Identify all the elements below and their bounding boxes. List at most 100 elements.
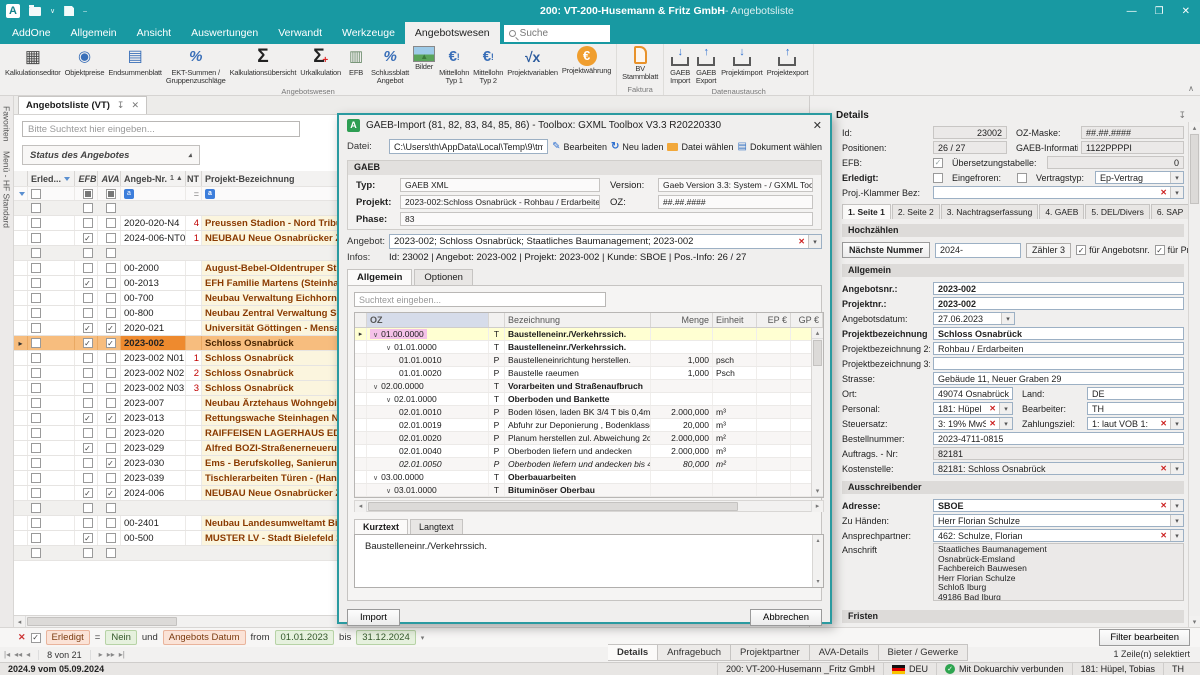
filter-field-chip[interactable]: Erledigt (46, 630, 90, 645)
naechste-nummer-button[interactable]: Nächste Nummer (842, 242, 930, 258)
tab-allgemein[interactable]: Allgemein (61, 22, 127, 44)
ansprechpartner-select[interactable]: 462: Schulze, Florian ✕ ▾ (933, 529, 1184, 542)
clear-icon[interactable]: ✕ (1157, 419, 1170, 428)
cell-angeb-nr[interactable]: 2023-030 (121, 456, 186, 470)
cell-angeb-nr[interactable]: 00-2013 (121, 276, 186, 290)
ribbon-button[interactable]: BV Stammblatt (620, 45, 660, 82)
cell-efb[interactable] (75, 501, 98, 515)
dock-tab[interactable]: AVA-Details (810, 644, 879, 661)
pin-icon[interactable]: ↧ (117, 100, 125, 111)
cell-ava[interactable] (98, 366, 121, 380)
details-tab[interactable]: 3. Nachtragserfassung (941, 204, 1039, 219)
cell-ava[interactable] (98, 336, 121, 350)
filter-erledigt[interactable] (28, 187, 75, 200)
tab-kurztext[interactable]: Kurztext (354, 519, 408, 534)
position-row[interactable]: 02.01.0000 T Oberboden und Bankette (355, 393, 823, 406)
pager-prev-icon[interactable]: ◂ (26, 650, 30, 659)
cell-erledigt[interactable] (28, 306, 75, 320)
position-row[interactable]: 02.00.0000 T Vorarbeiten und Straßenaufb… (355, 380, 823, 393)
efb-checkbox[interactable] (933, 158, 943, 168)
cell-ava[interactable] (98, 246, 121, 260)
column-header-gp[interactable]: GP € (791, 313, 823, 327)
chevron-down-icon[interactable]: ▾ (1170, 172, 1183, 183)
cell-angeb-nr[interactable]: 2023-002 N02 (121, 366, 186, 380)
pager-last-icon[interactable]: ▸| (119, 650, 125, 659)
cell-erledigt[interactable] (28, 351, 75, 365)
cancel-button[interactable]: Abbrechen (750, 609, 822, 626)
scrollbar-thumb[interactable] (27, 617, 177, 626)
cell-angeb-nr[interactable]: 00-500 (121, 531, 186, 545)
cell-erledigt[interactable] (28, 471, 75, 485)
chevron-down-icon[interactable]: ▾ (808, 235, 821, 248)
datei-waehlen-button[interactable]: Datei wählen (667, 142, 733, 152)
column-header-nt[interactable]: NT (186, 171, 202, 186)
cell-efb[interactable] (75, 261, 98, 275)
cell-angeb-nr[interactable]: 2024-006 (121, 486, 186, 500)
angebot-select[interactable]: 2023-002; Schloss Osnabrück; Staatliches… (389, 234, 822, 249)
expand-arrow-icon[interactable] (386, 342, 391, 352)
cell-erledigt[interactable] (28, 321, 75, 335)
chevron-down-icon[interactable]: ▾ (1170, 515, 1183, 526)
sidebar-item-menu-hf-standard[interactable]: Menü - HF Standard (2, 151, 12, 228)
cell-erledigt[interactable] (28, 411, 75, 425)
tab-ansicht[interactable]: Ansicht (127, 22, 181, 44)
cell-ava[interactable] (98, 381, 121, 395)
column-header-erledigt[interactable]: Erled... (28, 171, 75, 186)
scroll-left-icon[interactable]: ◂ (355, 501, 367, 512)
cell-erledigt[interactable] (28, 546, 75, 560)
cell-efb[interactable] (75, 276, 98, 290)
cell-erledigt[interactable] (28, 261, 75, 275)
clear-icon[interactable]: ✕ (986, 419, 999, 428)
column-header-einheit[interactable]: Einheit (713, 313, 757, 327)
scroll-up-icon[interactable]: ▴ (1189, 122, 1200, 133)
sidebar-item-favoriten[interactable]: Favoriten (2, 106, 12, 141)
cell-efb[interactable] (75, 351, 98, 365)
position-row[interactable]: 03.00.0000 T Oberbauarbeiten (355, 471, 823, 484)
cell-erledigt[interactable] (28, 216, 75, 230)
position-row[interactable]: 02.01.0020 P Planum herstellen zul. Abwe… (355, 432, 823, 445)
ribbon-search-input[interactable]: Suche (504, 25, 610, 42)
cell-efb[interactable] (75, 291, 98, 305)
cell-angeb-nr[interactable] (121, 546, 186, 560)
column-header-menge[interactable]: Menge (651, 313, 713, 327)
cell-efb[interactable] (75, 231, 98, 245)
cell-ava[interactable] (98, 531, 121, 545)
details-tab[interactable]: 1. Seite 1 (842, 204, 891, 219)
cell-efb[interactable] (75, 441, 98, 455)
dock-tab[interactable]: Bieter / Gewerke (879, 644, 969, 661)
chevron-down-icon[interactable]: ▾ (999, 418, 1012, 429)
tab-angebotswesen[interactable]: Angebotswesen (405, 22, 500, 44)
scroll-right-icon[interactable]: ▸ (811, 501, 823, 512)
chevron-down-icon[interactable]: ▾ (1001, 313, 1014, 324)
remove-filter-icon[interactable]: ✕ (18, 632, 26, 643)
cell-ava[interactable] (98, 471, 121, 485)
cell-ava[interactable] (98, 411, 121, 425)
tab-verwandt[interactable]: Verwandt (268, 22, 332, 44)
filter-nt[interactable]: = (186, 187, 202, 200)
cell-erledigt[interactable] (28, 426, 75, 440)
tab-optionen[interactable]: Optionen (414, 269, 473, 285)
ort-field[interactable]: 49074 Osnabrück (933, 387, 1013, 400)
app-logo-icon[interactable]: A (6, 4, 20, 18)
grid-horizontal-scrollbar[interactable]: ◂ ▸ (354, 500, 824, 512)
cell-angeb-nr[interactable] (121, 501, 186, 515)
cell-erledigt[interactable] (28, 441, 75, 455)
pager-fast-back-icon[interactable]: ◂◂ (14, 650, 22, 659)
scroll-up-icon[interactable]: ▴ (812, 328, 823, 339)
position-row[interactable]: 02.01.0040 P Oberboden liefern und andec… (355, 445, 823, 458)
cell-efb[interactable] (75, 216, 98, 230)
cell-ava[interactable] (98, 441, 121, 455)
dock-tab[interactable]: Details (608, 644, 658, 661)
cell-erledigt[interactable] (28, 381, 75, 395)
cell-ava[interactable] (98, 486, 121, 500)
cell-angeb-nr[interactable] (121, 246, 186, 260)
filter-value-chip[interactable]: Nein (105, 630, 137, 645)
cell-erledigt[interactable] (28, 231, 75, 245)
neu-laden-button[interactable]: Neu laden (611, 141, 663, 152)
pager-fast-forward-icon[interactable]: ▸▸ (107, 650, 115, 659)
chevron-down-icon[interactable]: ▾ (1170, 500, 1183, 511)
details-tab[interactable]: 4. GAEB (1039, 204, 1084, 219)
chevron-down-icon[interactable]: ∨ (50, 7, 55, 15)
cell-ava[interactable] (98, 546, 121, 560)
vertragstyp-select[interactable]: Ep-Vertrag ▾ (1095, 171, 1184, 184)
